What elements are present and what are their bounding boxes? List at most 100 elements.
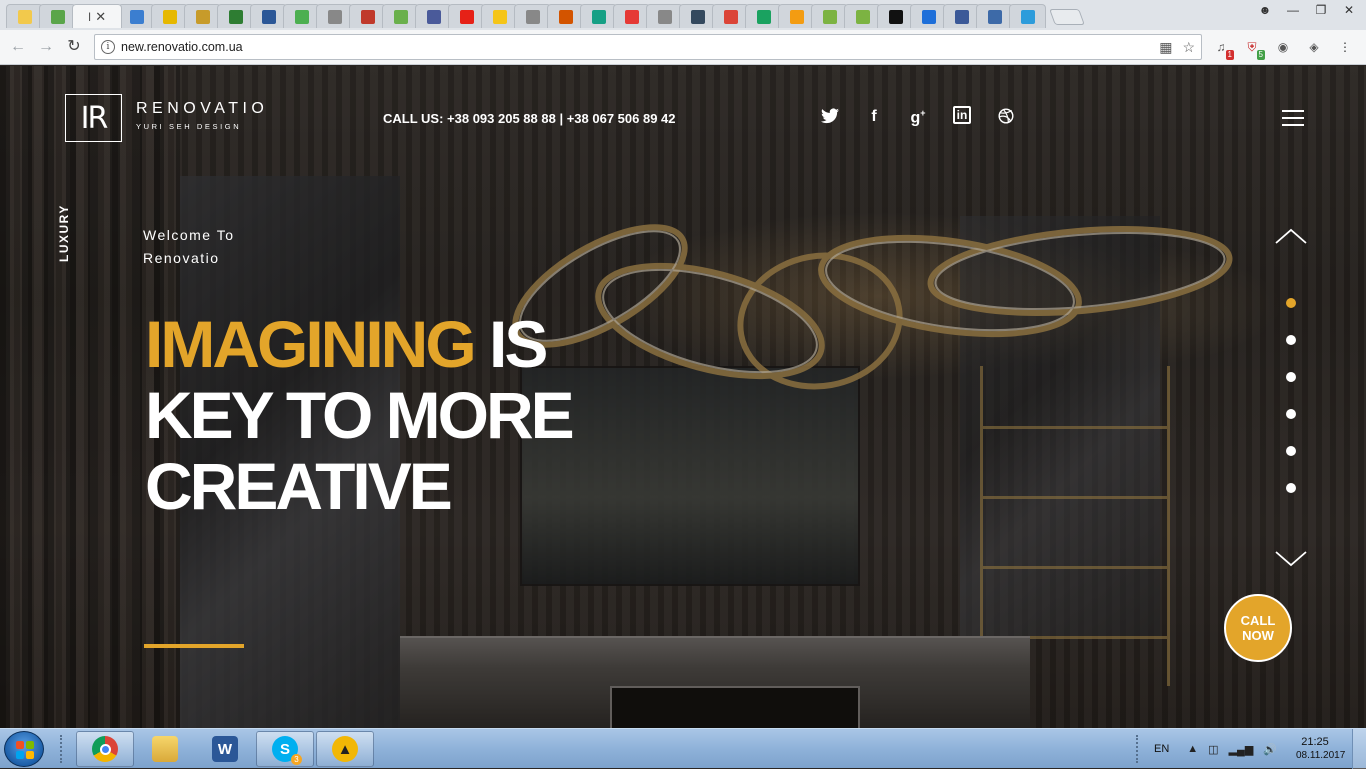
info-icon[interactable]: i	[101, 40, 115, 54]
call-now-button[interactable]: CALL NOW	[1224, 594, 1292, 662]
vpn-extension-icon[interactable]: ◈	[1305, 38, 1323, 56]
volume-icon[interactable]: 🔊	[1263, 743, 1277, 756]
browser-tab[interactable]	[712, 4, 749, 28]
browser-tab[interactable]	[745, 4, 782, 28]
browser-tab[interactable]	[448, 4, 485, 28]
doc-tab-icon	[327, 9, 342, 24]
facebook-icon[interactable]: f	[863, 108, 885, 129]
twitter-icon[interactable]	[819, 108, 841, 129]
signal-icon[interactable]: ▂▄▆	[1229, 743, 1254, 756]
browser-tab[interactable]	[811, 4, 848, 28]
browser-tab[interactable]	[250, 4, 287, 28]
google-plus-icon[interactable]: g+	[907, 108, 929, 129]
translate-icon[interactable]: ▦	[1159, 39, 1172, 56]
browser-tab[interactable]	[679, 4, 716, 28]
user-icon[interactable]: ☻	[1254, 2, 1276, 18]
browser-tab[interactable]	[481, 4, 518, 28]
globe-extension-icon[interactable]: ◉	[1274, 38, 1292, 56]
mail-tab-icon	[50, 9, 65, 24]
menu-hamburger-icon[interactable]	[1282, 110, 1304, 131]
browser-tab[interactable]	[382, 4, 419, 28]
bookmark-star-icon[interactable]: ☆	[1182, 39, 1195, 56]
browser-tab[interactable]	[943, 4, 980, 28]
taskbar-triangle-app[interactable]: ▲	[316, 731, 374, 767]
slide-dot[interactable]	[1286, 298, 1296, 308]
browser-tab[interactable]	[778, 4, 815, 28]
e-tab-icon	[624, 9, 639, 24]
browser-tab[interactable]	[415, 4, 452, 28]
browser-tab[interactable]	[976, 4, 1013, 28]
at-tab-icon	[789, 9, 804, 24]
browser-tab[interactable]	[316, 4, 353, 28]
taskbar-chrome[interactable]	[76, 731, 134, 767]
slide-dot[interactable]	[1286, 446, 1296, 456]
url-text[interactable]: new.renovatio.com.ua	[121, 40, 243, 54]
browser-tab[interactable]	[514, 4, 551, 28]
facebook-tab-icon	[954, 9, 969, 24]
browser-tab[interactable]	[547, 4, 584, 28]
slide-down-chevron-icon[interactable]	[1274, 549, 1308, 569]
browser-tab[interactable]	[184, 4, 221, 28]
site-logo[interactable]: IR RENOVATIO YURI SEH DESIGN	[65, 94, 268, 142]
browser-tab[interactable]	[580, 4, 617, 28]
browser-tab[interactable]: I ✕	[72, 4, 122, 28]
globe-tab-icon	[591, 9, 606, 24]
taskbar-skype[interactable]: S 3	[256, 731, 314, 767]
browser-tab[interactable]	[39, 4, 76, 28]
clock[interactable]: 21:25 08.11.2017	[1296, 735, 1345, 763]
browser-tab[interactable]	[910, 4, 947, 28]
ain-tab-icon	[888, 9, 903, 24]
slide-dots	[1274, 298, 1296, 520]
maximize-button[interactable]: ❐	[1310, 2, 1332, 18]
browser-tab[interactable]	[613, 4, 650, 28]
browser-tab[interactable]	[6, 4, 43, 28]
browser-tab[interactable]	[349, 4, 386, 28]
comment-tab-icon	[558, 9, 573, 24]
doc-tab-icon	[657, 9, 672, 24]
browser-tab[interactable]	[151, 4, 188, 28]
browser-tab[interactable]	[283, 4, 320, 28]
language-indicator[interactable]: EN	[1154, 743, 1169, 755]
browser-tab[interactable]	[877, 4, 914, 28]
browser-tab[interactable]	[217, 4, 254, 28]
browser-tab[interactable]	[1009, 4, 1046, 28]
forward-button[interactable]: →	[36, 37, 56, 57]
slide-dot[interactable]	[1286, 483, 1296, 493]
reload-button[interactable]: ↻	[64, 37, 84, 57]
welcome-line-2: Renovatio	[143, 250, 220, 266]
show-hidden-icons-icon[interactable]: ▲	[1187, 743, 1198, 755]
close-window-button[interactable]: ✕	[1338, 2, 1360, 18]
headline-accent-bar	[144, 644, 244, 648]
dribbble-icon[interactable]	[995, 108, 1017, 129]
slide-dot[interactable]	[1286, 409, 1296, 419]
shield-extension-icon[interactable]: ⛨ 5	[1243, 38, 1265, 60]
browser-tab[interactable]	[118, 4, 155, 28]
system-tray: EN ▲ ◫ ▂▄▆ 🔊	[1136, 729, 1287, 769]
taskbar-grip	[60, 735, 64, 763]
folder-icon	[152, 736, 178, 762]
slide-up-chevron-icon[interactable]	[1274, 226, 1308, 246]
address-bar[interactable]: i new.renovatio.com.ua ▦ ☆	[94, 34, 1202, 60]
phone-numbers[interactable]: CALL US: +38 093 205 88 88 | +38 067 506…	[383, 111, 676, 126]
browser-tab[interactable]	[646, 4, 683, 28]
show-desktop-button[interactable]	[1352, 729, 1366, 769]
taskbar-word[interactable]: W	[196, 731, 254, 767]
tab-close-icon[interactable]: ✕	[95, 9, 106, 25]
new-tab-button[interactable]	[1049, 9, 1085, 25]
slide-dot[interactable]	[1286, 335, 1296, 345]
back-button[interactable]: ←	[8, 37, 28, 57]
usb-icon[interactable]: ◫	[1208, 743, 1218, 756]
browser-tab[interactable]	[844, 4, 881, 28]
chrome-icon	[92, 736, 118, 762]
clock-time: 21:25	[1301, 736, 1329, 748]
linkedin-icon[interactable]: in	[951, 106, 973, 129]
menu-kebab-icon[interactable]: ⋮	[1336, 38, 1354, 56]
slide-dot[interactable]	[1286, 372, 1296, 382]
grid-tab-icon	[129, 9, 144, 24]
fl-tab-icon	[822, 9, 837, 24]
minimize-button[interactable]: —	[1282, 2, 1304, 18]
x-tab-icon	[1020, 9, 1035, 24]
start-button[interactable]	[4, 731, 44, 767]
music-extension-icon[interactable]: ♫ 1	[1212, 38, 1234, 60]
taskbar-explorer[interactable]	[136, 731, 194, 767]
